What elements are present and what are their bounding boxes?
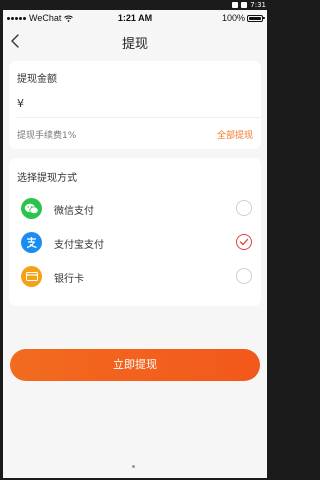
method-bank-card[interactable]: 银行卡 (9, 261, 261, 293)
battery-group: 100% (221, 10, 265, 26)
status-bar: WeChat 1:21 AM 100% (3, 10, 267, 26)
page-indicator (132, 465, 135, 468)
method-label: 支付宝支付 (54, 240, 104, 251)
battery-percent: 100% (221, 13, 245, 23)
page-title: 提现 (121, 37, 148, 52)
methods-title: 选择提现方式 (17, 173, 77, 184)
fee-text: 提现手续费1% (17, 131, 77, 141)
amount-input[interactable] (28, 97, 253, 109)
method-label: 微信支付 (54, 206, 94, 217)
method-alipay[interactable]: 支付宝支付 (9, 227, 261, 259)
device-time: 7:31 (250, 1, 266, 9)
alipay-icon (21, 232, 42, 253)
battery-icon (241, 2, 248, 8)
nav-bar: 提现 (3, 28, 267, 54)
battery-icon (247, 14, 265, 22)
device-status-bar: 7:31 (0, 0, 270, 10)
radio-bank-card[interactable] (236, 268, 252, 284)
device-status-icons: 7:31 (232, 0, 266, 10)
amount-input-row: ¥ (17, 94, 253, 112)
bank-card-icon (21, 266, 42, 287)
signal-icon (232, 2, 239, 8)
method-label: 银行卡 (54, 274, 84, 285)
currency-symbol: ¥ (17, 96, 24, 110)
method-wechat[interactable]: 微信支付 (9, 193, 261, 225)
amount-card: 提现金额 ¥ 提现手续费1% 全部提现 (9, 61, 261, 149)
checkmark-icon (239, 238, 249, 246)
radio-wechat[interactable] (236, 200, 252, 216)
divider (17, 117, 261, 118)
radio-alipay[interactable] (236, 234, 252, 250)
withdraw-now-button[interactable]: 立即提现 (10, 349, 260, 381)
app-screen: WeChat 1:21 AM 100% 提现 提现金额 ¥ 提现手续费1% 全部… (3, 10, 267, 478)
payment-methods-card: 选择提现方式 微信支付 支付宝支付 银行卡 (9, 158, 261, 306)
wechat-icon (21, 198, 42, 219)
amount-label: 提现金额 (17, 74, 57, 85)
withdraw-all-link[interactable]: 全部提现 (217, 128, 253, 141)
